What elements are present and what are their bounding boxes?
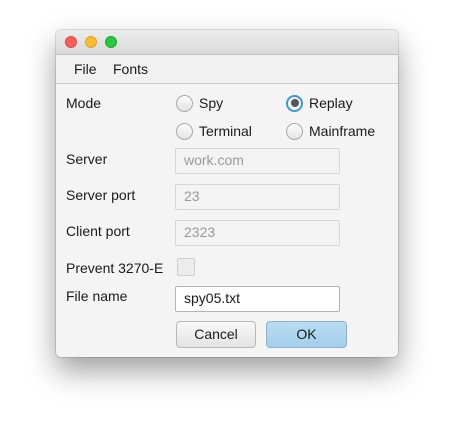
cancel-button[interactable]: Cancel bbox=[176, 321, 256, 348]
file-name-label: File name bbox=[66, 288, 128, 304]
menu-bar: File Fonts bbox=[56, 55, 398, 84]
dialog-window: File Fonts Mode Spy Replay Terminal Main… bbox=[56, 30, 398, 357]
server-label: Server bbox=[66, 151, 108, 167]
radio-label-replay: Replay bbox=[309, 95, 353, 111]
server-port-field[interactable]: 23 bbox=[175, 184, 340, 210]
mode-radio-terminal[interactable]: Terminal bbox=[176, 121, 252, 141]
menu-file[interactable]: File bbox=[74, 61, 97, 77]
mode-radio-mainframe[interactable]: Mainframe bbox=[286, 121, 375, 141]
radio-button-selected[interactable] bbox=[286, 94, 303, 112]
client-port-field[interactable]: 2323 bbox=[175, 220, 340, 246]
server-field[interactable]: work.com bbox=[175, 148, 340, 174]
radio-label-spy: Spy bbox=[199, 95, 224, 111]
radio-label-terminal: Terminal bbox=[199, 123, 252, 139]
radio-button[interactable] bbox=[286, 122, 303, 140]
radio-label-mainframe: Mainframe bbox=[309, 123, 376, 139]
menu-fonts[interactable]: Fonts bbox=[113, 61, 148, 77]
title-bar[interactable] bbox=[56, 30, 398, 55]
mode-radio-spy[interactable]: Spy bbox=[176, 93, 223, 113]
close-window-button[interactable] bbox=[65, 36, 77, 48]
client-port-label: Client port bbox=[66, 223, 130, 239]
ok-button[interactable]: OK bbox=[266, 321, 347, 348]
form-panel: Mode Spy Replay Terminal Mainframe Serve… bbox=[56, 84, 398, 357]
mode-radio-replay[interactable]: Replay bbox=[286, 93, 353, 113]
radio-button[interactable] bbox=[176, 94, 193, 112]
mode-label: Mode bbox=[66, 95, 102, 111]
file-name-field[interactable]: spy05.txt bbox=[175, 286, 340, 312]
zoom-window-button[interactable] bbox=[105, 36, 117, 48]
minimize-window-button[interactable] bbox=[85, 36, 97, 48]
server-port-label: Server port bbox=[66, 187, 136, 203]
prevent-3270e-checkbox[interactable] bbox=[177, 258, 195, 276]
prevent-3270e-label: Prevent 3270-E bbox=[66, 260, 164, 276]
radio-button[interactable] bbox=[176, 122, 193, 140]
